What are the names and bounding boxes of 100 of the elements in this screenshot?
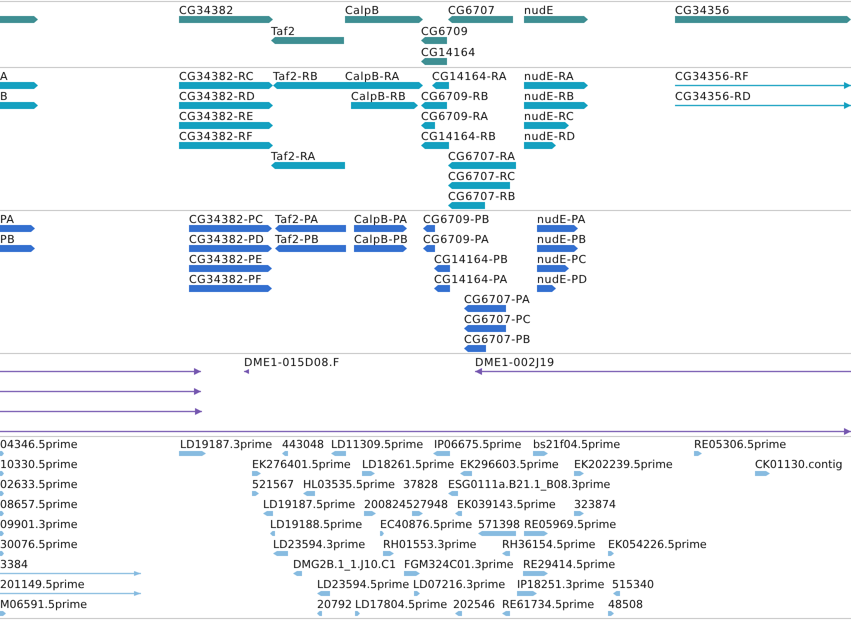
transcript-label: CG34356-RF: [675, 70, 750, 83]
protein-label: CG34382-PE: [189, 253, 263, 266]
protein-label: PA: [0, 213, 14, 226]
est-label: CK01130.contig: [755, 458, 842, 471]
est-label: 09901.3prime: [0, 518, 78, 531]
transcript-label: CG34382-RD: [179, 90, 256, 103]
transcript-label: CG34382-RE: [179, 110, 254, 123]
est-label: EC40876.5prime: [380, 518, 472, 531]
est-label: EK296603.5prime: [460, 458, 559, 471]
transcript-label: CG14164-RB: [421, 130, 496, 143]
est-label: M06591.5prime: [0, 598, 88, 611]
protein-label: CG6709-PA: [423, 233, 490, 246]
est-label: EK039143.5prime: [457, 498, 556, 511]
est-label: IP06675.5prime: [434, 438, 522, 451]
protein-label: CG34382-PC: [189, 213, 264, 226]
transcript-label: A: [0, 70, 8, 83]
protein-label: Taf2-PA: [275, 213, 318, 226]
protein-label: CG14164-PA: [434, 273, 508, 286]
transcript-label: CG6709-RB: [421, 90, 489, 103]
gene-label: CG34356: [675, 4, 730, 17]
protein-label: CG6709-PB: [423, 213, 490, 226]
est-label: 527948: [406, 498, 448, 511]
est-label: RE05306.5prime: [694, 438, 786, 451]
est-label: LD11309.5prime: [331, 438, 424, 451]
est-label: ESG0111a.B21.1_B08.3prime: [448, 478, 610, 491]
est-label: RH36154.5prime: [502, 538, 596, 551]
transcript-label: Taf2-RB: [273, 70, 318, 83]
est-label: 37828: [403, 478, 438, 491]
est-label: LD19187.3prime: [180, 438, 272, 451]
est-label: 02633.5prime: [0, 478, 78, 491]
transcript-label: CG6707-RB: [448, 190, 516, 203]
est-label: RE61734.5prime: [502, 598, 594, 611]
est-label: 04346.5prime: [0, 438, 78, 451]
est-label: 30076.5prime: [0, 538, 78, 551]
protein-label: CG6707-PA: [464, 293, 530, 306]
est-label: 200824: [364, 498, 406, 511]
protein-label: CG6707-PC: [464, 313, 531, 326]
est-label: 08657.5prime: [0, 498, 78, 511]
est-label: 515340: [612, 578, 654, 591]
protein-label: CG6707-PB: [464, 333, 531, 346]
protein-label: CG34382-PD: [189, 233, 264, 246]
protein-label: nudE-PB: [537, 233, 587, 246]
est-label: 521567: [252, 478, 294, 491]
gene-label: CG34382: [179, 4, 234, 17]
transcript-label: CG6709-RA: [421, 110, 488, 123]
est-label: RH01553.3prime: [383, 538, 476, 551]
transcript-label: nudE-RA: [524, 70, 574, 83]
transcript-label: nudE-RD: [524, 130, 576, 143]
est-label: RE29414.5prime: [523, 558, 616, 571]
est-label: 10330.5prime: [0, 458, 78, 471]
transcript-label: CG34382-RC: [179, 70, 254, 83]
gene-label: CG6709: [421, 25, 468, 38]
gene-label: nudE: [524, 4, 554, 17]
transcript-label: CalpB-RA: [345, 70, 400, 83]
protein-label: nudE-PC: [537, 253, 587, 266]
est-label: 48508: [608, 598, 643, 611]
gene-label: Taf2: [271, 25, 296, 38]
est-label: LD19188.5prime: [270, 518, 362, 531]
protein-label: Taf2-PB: [275, 233, 320, 246]
protein-label: CalpB-PA: [354, 213, 408, 226]
clone-label: DME1-002J19: [475, 356, 555, 369]
est-label: DMG2B.1_1.J10.C1: [293, 558, 396, 571]
est-label: LD23594.5prime: [317, 578, 410, 591]
transcript-label: CG6707-RC: [448, 170, 516, 183]
transcript-label: CalpB-RB: [351, 90, 406, 103]
gene-label: CalpB: [345, 4, 380, 17]
est-label: 3384: [0, 558, 28, 571]
transcript-label: nudE-RC: [524, 110, 574, 123]
transcript-label: Taf2-RA: [271, 150, 316, 163]
est-label: 201149.5prime: [0, 578, 85, 591]
est-label: 571398: [478, 518, 520, 531]
protein-label: nudE-PD: [537, 273, 588, 286]
est-label: LD18261.5prime: [362, 458, 454, 471]
gene-label: CG14164: [421, 46, 476, 59]
est-label: HL03535.5prime: [303, 478, 395, 491]
est-label: LD23594.3prime: [273, 538, 366, 551]
est-label: LD07216.3prime: [413, 578, 506, 591]
transcript-label: CG34382-RF: [179, 130, 254, 143]
protein-label: CG34382-PF: [189, 273, 262, 286]
est-label: 323874: [574, 498, 616, 511]
est-label: LD17804.5prime: [355, 598, 448, 611]
est-label: FGM324C01.3prime: [404, 558, 514, 571]
est-label: 443048: [282, 438, 324, 451]
est-label: EK276401.5prime: [252, 458, 351, 471]
protein-label: nudE-PA: [537, 213, 586, 226]
protein-label: CG14164-PB: [434, 253, 508, 266]
gene-label: CG6707: [448, 4, 496, 17]
est-label: LD19187.5prime: [263, 498, 356, 511]
est-label: 20792: [317, 598, 352, 611]
protein-label: CalpB-PB: [354, 233, 408, 246]
est-label: 202546: [453, 598, 495, 611]
est-label: IP18251.3prime: [517, 578, 604, 591]
transcript-label: CG34356-RD: [675, 90, 752, 103]
transcript-label: nudE-RB: [524, 90, 575, 103]
est-label: bs21f04.5prime: [533, 438, 620, 451]
est-label: EK202239.5prime: [574, 458, 673, 471]
est-label: EK054226.5prime: [608, 538, 707, 551]
clone-label: DME1-015D08.F: [244, 356, 340, 369]
est-label: RE05969.5prime: [524, 518, 616, 531]
transcript-label: CG6707-RA: [448, 150, 516, 163]
